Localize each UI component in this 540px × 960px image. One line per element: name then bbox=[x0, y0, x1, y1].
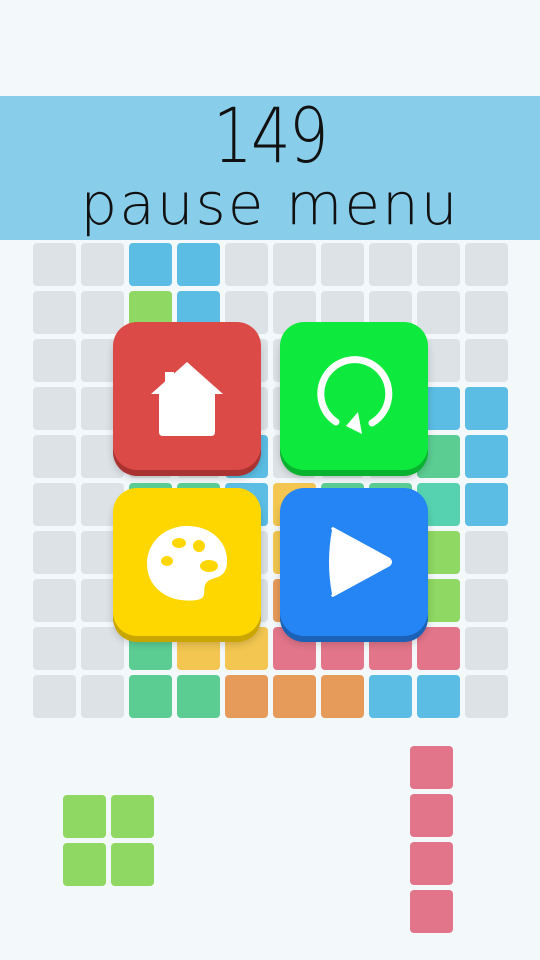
empty-cell[interactable] bbox=[465, 627, 508, 670]
play-icon bbox=[329, 527, 392, 597]
empty-cell[interactable] bbox=[33, 339, 76, 382]
empty-cell[interactable] bbox=[417, 291, 460, 334]
filled-cell[interactable] bbox=[177, 675, 220, 718]
piece-square-cell[interactable] bbox=[63, 795, 106, 838]
empty-cell[interactable] bbox=[225, 243, 268, 286]
empty-cell[interactable] bbox=[465, 675, 508, 718]
filled-cell[interactable] bbox=[321, 675, 364, 718]
piece-bar-cell[interactable] bbox=[410, 890, 453, 933]
filled-cell[interactable] bbox=[129, 675, 172, 718]
palette-icon bbox=[147, 526, 228, 601]
empty-cell[interactable] bbox=[81, 627, 124, 670]
filled-cell[interactable] bbox=[417, 627, 460, 670]
filled-cell[interactable] bbox=[225, 675, 268, 718]
empty-cell[interactable] bbox=[33, 291, 76, 334]
empty-cell[interactable] bbox=[321, 243, 364, 286]
empty-cell[interactable] bbox=[369, 243, 412, 286]
empty-cell[interactable] bbox=[465, 531, 508, 574]
empty-cell[interactable] bbox=[81, 675, 124, 718]
filled-cell[interactable] bbox=[273, 675, 316, 718]
piece-square-cell[interactable] bbox=[111, 843, 154, 886]
empty-cell[interactable] bbox=[33, 579, 76, 622]
empty-cell[interactable] bbox=[33, 531, 76, 574]
theme-button[interactable] bbox=[113, 488, 261, 636]
piece-bar-cell[interactable] bbox=[410, 842, 453, 885]
empty-cell[interactable] bbox=[33, 243, 76, 286]
filled-cell[interactable] bbox=[465, 387, 508, 430]
empty-cell[interactable] bbox=[81, 243, 124, 286]
empty-cell[interactable] bbox=[33, 387, 76, 430]
filled-cell[interactable] bbox=[129, 243, 172, 286]
empty-cell[interactable] bbox=[465, 339, 508, 382]
piece-bar-cell[interactable] bbox=[410, 794, 453, 837]
empty-cell[interactable] bbox=[33, 435, 76, 478]
empty-cell[interactable] bbox=[33, 675, 76, 718]
resume-button[interactable] bbox=[280, 488, 428, 636]
empty-cell[interactable] bbox=[417, 243, 460, 286]
game-board bbox=[0, 0, 540, 960]
filled-cell[interactable] bbox=[369, 675, 412, 718]
empty-cell[interactable] bbox=[465, 291, 508, 334]
piece-bar-cell[interactable] bbox=[410, 746, 453, 789]
filled-cell[interactable] bbox=[417, 675, 460, 718]
restart-button[interactable] bbox=[280, 322, 428, 470]
empty-cell[interactable] bbox=[465, 579, 508, 622]
empty-cell[interactable] bbox=[465, 243, 508, 286]
restart-icon bbox=[317, 356, 393, 434]
empty-cell[interactable] bbox=[81, 291, 124, 334]
empty-cell[interactable] bbox=[33, 483, 76, 526]
empty-cell[interactable] bbox=[33, 627, 76, 670]
piece-square-cell[interactable] bbox=[111, 795, 154, 838]
empty-cell[interactable] bbox=[273, 243, 316, 286]
piece-square-cell[interactable] bbox=[63, 843, 106, 886]
filled-cell[interactable] bbox=[177, 243, 220, 286]
filled-cell[interactable] bbox=[465, 483, 508, 526]
filled-cell[interactable] bbox=[465, 435, 508, 478]
home-button[interactable] bbox=[113, 322, 261, 470]
home-icon bbox=[151, 362, 223, 436]
